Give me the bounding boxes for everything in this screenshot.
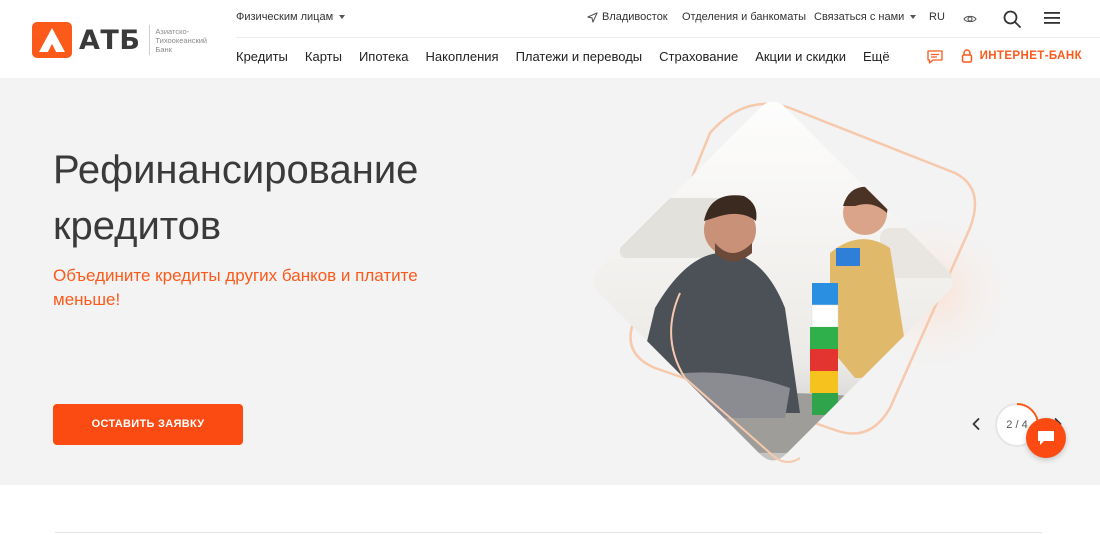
main-nav: Кредиты Карты Ипотека Накопления Платежи… — [236, 49, 907, 64]
hero-illustration — [593, 101, 1000, 463]
nav-item-mortgage[interactable]: Ипотека — [359, 49, 409, 64]
location-arrow-icon — [587, 11, 598, 23]
city-selector[interactable]: Владивосток — [587, 11, 668, 23]
lock-icon — [961, 49, 972, 63]
chat-bubble-icon — [1038, 431, 1054, 445]
branches-link[interactable]: Отделения и банкоматы — [682, 11, 806, 23]
nav-item-promotions[interactable]: Акции и скидки — [755, 49, 846, 64]
section-divider — [55, 532, 1042, 533]
nav-item-savings[interactable]: Накопления — [426, 49, 499, 64]
chevron-down-icon — [339, 15, 346, 19]
city-label: Владивосток — [602, 11, 668, 23]
segment-label: Физическим лицам — [236, 11, 334, 23]
menu-button[interactable] — [1044, 11, 1060, 25]
chat-button[interactable] — [926, 49, 944, 70]
chat-icon — [927, 50, 943, 64]
contact-label: Связаться с нами — [814, 11, 905, 23]
logo-mark-icon — [32, 22, 72, 58]
eye-icon — [963, 15, 977, 23]
search-button[interactable] — [1003, 10, 1021, 28]
nav-item-credits[interactable]: Кредиты — [236, 49, 288, 64]
bank-logo[interactable]: АТБ Азиатско-Тихоокеанский Банк — [32, 22, 217, 58]
language-switch[interactable]: RU — [929, 11, 945, 23]
language-label: RU — [929, 11, 945, 23]
nav-item-insurance[interactable]: Страхование — [659, 49, 738, 64]
branches-label: Отделения и банкоматы — [682, 11, 807, 23]
logo-subtitle: Азиатско-Тихоокеанский Банк — [155, 26, 208, 54]
logo-wordmark: АТБ — [79, 24, 141, 56]
search-icon — [1003, 10, 1021, 28]
chevron-down-icon — [910, 15, 917, 19]
segment-selector[interactable]: Физическим лицам — [236, 11, 346, 23]
support-chat-button[interactable] — [1026, 418, 1066, 458]
nav-item-payments[interactable]: Платежи и переводы — [516, 49, 643, 64]
header-divider — [236, 37, 1100, 38]
chevron-left-icon[interactable] — [966, 414, 986, 434]
internet-bank-link[interactable]: ИНТЕРНЕТ-БАНК — [961, 49, 1082, 63]
top-links: Владивосток Отделения и банкоматы Связат… — [580, 10, 1100, 28]
hero-title: Рефинансирование кредитов — [53, 148, 419, 248]
hero-banner: Рефинансирование кредитов Объедините кре… — [0, 78, 1100, 485]
site-header: АТБ Азиатско-Тихоокеанский Банк Физическ… — [0, 0, 1100, 78]
hero-subtitle: Объедините кредиты других банков и плати… — [53, 266, 418, 309]
nav-item-more[interactable]: Ещё — [863, 49, 890, 64]
logo-divider — [149, 25, 151, 55]
internet-bank-label: ИНТЕРНЕТ-БАНК — [979, 50, 1082, 62]
contact-dropdown[interactable]: Связаться с нами — [814, 11, 917, 23]
menu-icon — [1044, 12, 1060, 24]
nav-item-cards[interactable]: Карты — [305, 49, 342, 64]
apply-button[interactable]: ОСТАВИТЬ ЗАЯВКУ — [53, 404, 243, 445]
accessibility-button[interactable] — [963, 12, 977, 26]
